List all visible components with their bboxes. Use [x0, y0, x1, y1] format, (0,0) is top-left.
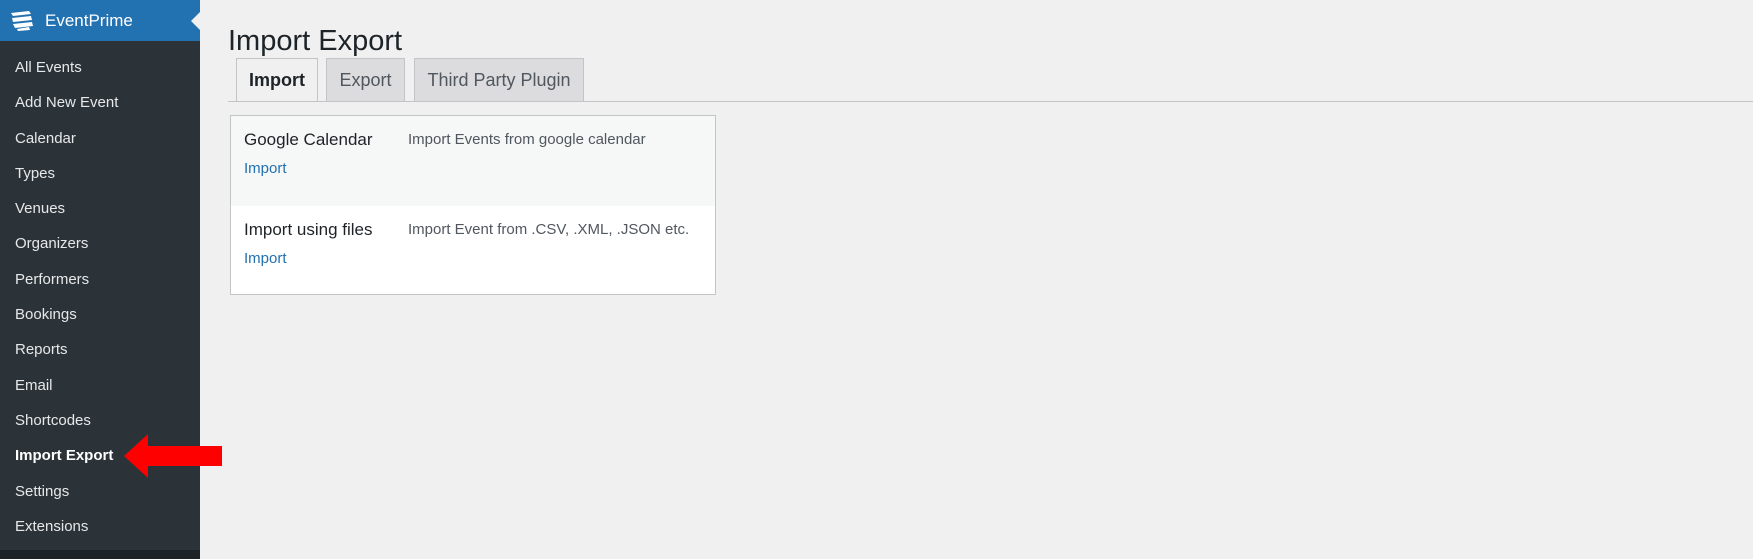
sidebar-item-reports[interactable]: Reports	[0, 332, 200, 367]
tabs-divider	[228, 101, 1753, 102]
page-title: Import Export	[228, 25, 403, 58]
table-row: Import using files Import Event from .CS…	[231, 206, 715, 296]
sidebar-item-performers[interactable]: Performers	[0, 262, 200, 297]
sidebar-next-section	[0, 550, 200, 559]
sidebar-item-bookings[interactable]: Bookings	[0, 297, 200, 332]
sidebar-item-email[interactable]: Email	[0, 368, 200, 403]
sidebar-item-calendar[interactable]: Calendar	[0, 121, 200, 156]
sidebar-item-venues[interactable]: Venues	[0, 191, 200, 226]
option-description: Import Event from .CSV, .XML, .JSON etc.	[408, 221, 690, 238]
sidebar-item-add-new-event[interactable]: Add New Event	[0, 85, 200, 120]
eventprime-logo-icon	[11, 11, 33, 31]
tab-import[interactable]: Import	[236, 58, 318, 102]
option-description: Import Events from google calendar	[408, 131, 646, 148]
file-import-link[interactable]: Import	[244, 250, 287, 267]
tab-third-party-plugin[interactable]: Third Party Plugin	[414, 58, 584, 101]
import-options-table: Google Calendar Import Events from googl…	[230, 115, 716, 295]
sidebar-item-extensions[interactable]: Extensions	[0, 509, 200, 544]
sidebar-item-settings[interactable]: Settings	[0, 474, 200, 509]
google-calendar-import-link[interactable]: Import	[244, 160, 287, 177]
sidebar-item-organizers[interactable]: Organizers	[0, 226, 200, 261]
sidebar-item-shortcodes[interactable]: Shortcodes	[0, 403, 200, 438]
option-name: Google Calendar	[244, 130, 373, 149]
current-menu-caret-icon	[191, 12, 200, 30]
sidebar-item-all-events[interactable]: All Events	[0, 50, 200, 85]
tab-export[interactable]: Export	[326, 58, 405, 101]
sidebar-item-types[interactable]: Types	[0, 156, 200, 191]
sidebar-brand: EventPrime	[45, 11, 133, 30]
option-name: Import using files	[244, 220, 373, 239]
sidebar-header[interactable]: EventPrime	[0, 0, 200, 41]
red-arrow-annotation-icon	[124, 434, 222, 478]
table-row: Google Calendar Import Events from googl…	[231, 116, 715, 206]
